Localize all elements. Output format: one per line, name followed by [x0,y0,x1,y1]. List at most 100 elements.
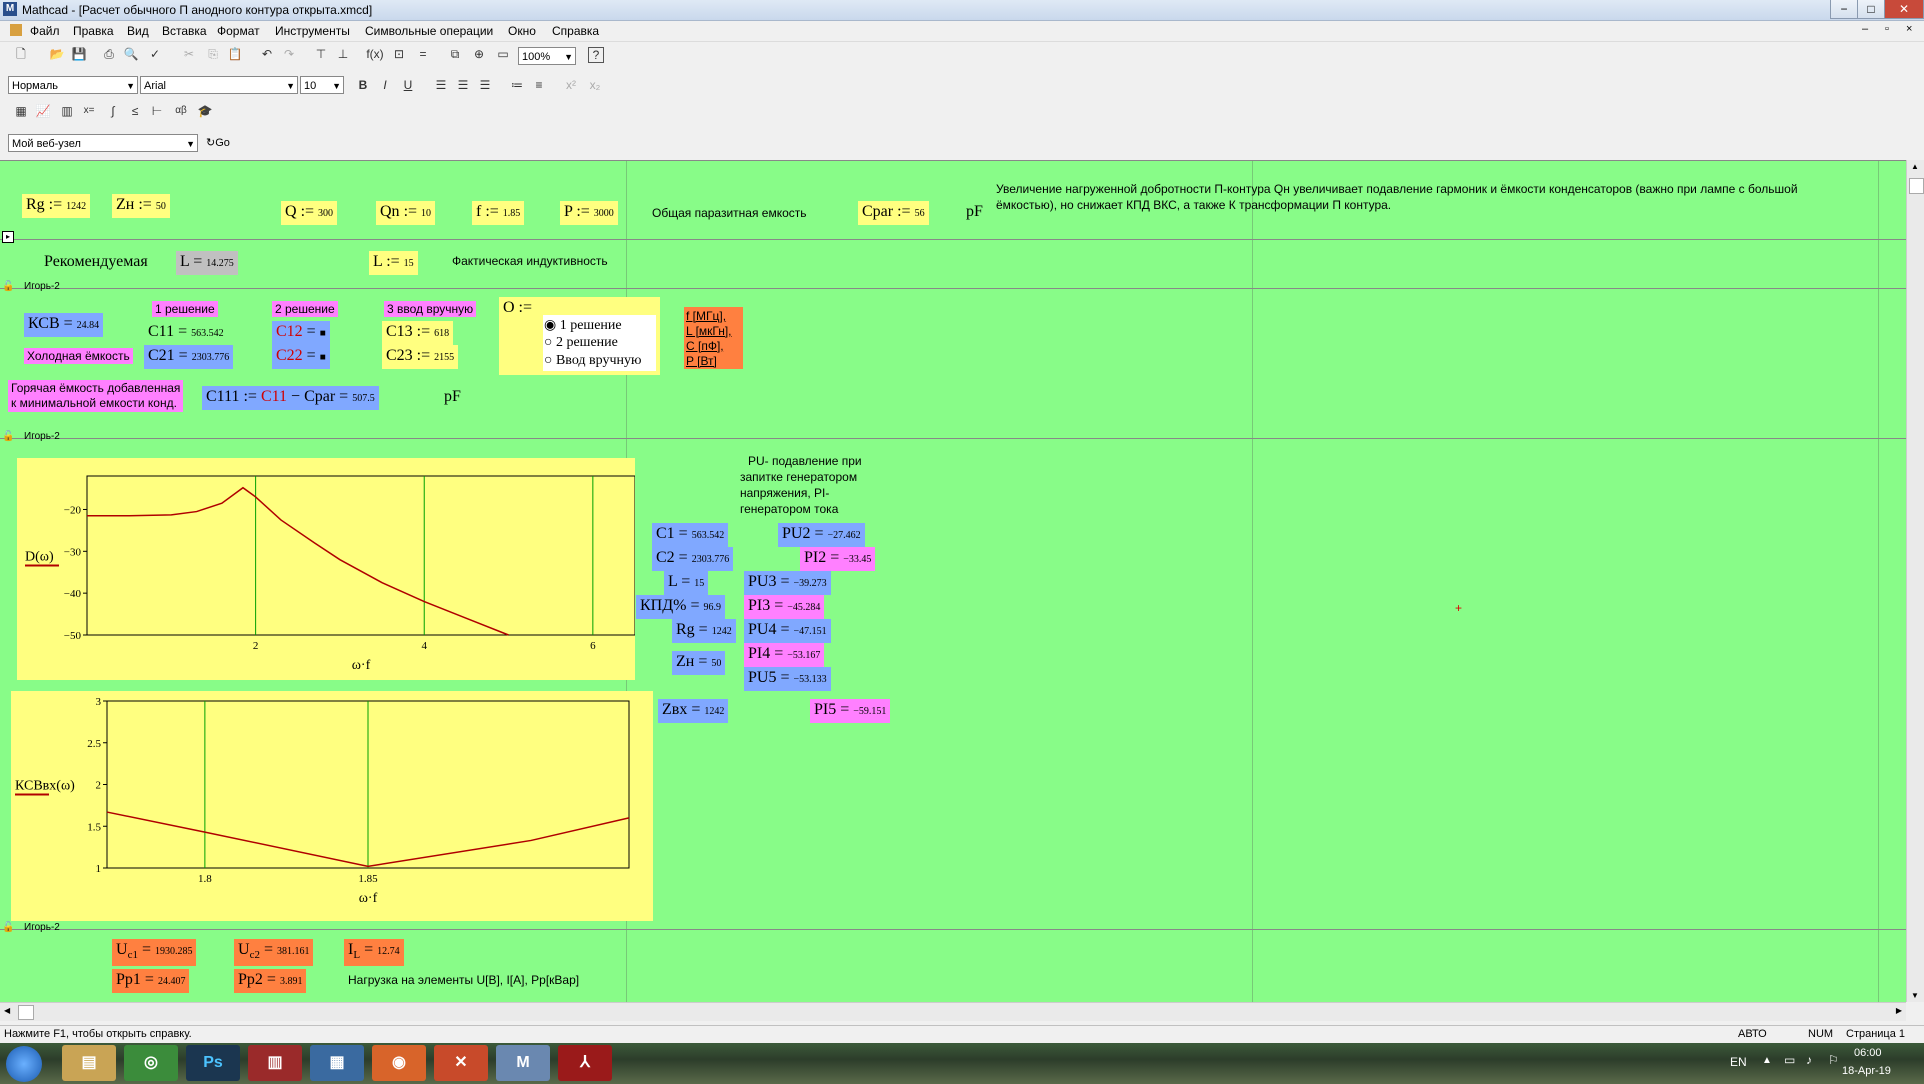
collapse-arrow-icon[interactable]: ▸ [2,231,14,243]
rg-definition[interactable]: Rg := 1242 [22,194,91,218]
area-lock-icon[interactable]: 🔓 [2,281,14,292]
calculator-icon[interactable]: ▦ [12,102,30,120]
redo-icon[interactable]: ↷ [280,45,298,63]
matrix-icon[interactable]: ▥ [58,102,76,120]
go-button[interactable]: ↻Go [206,136,230,149]
c2-result[interactable]: C2 = 2303.776 [652,547,734,571]
underline-button[interactable]: U [399,76,417,94]
volume-icon[interactable]: ♪ [1806,1053,1812,1067]
bullet-list-icon[interactable]: ≔ [508,76,526,94]
zin-result[interactable]: Zвх = 1242 [658,699,729,723]
scroll-up-icon[interactable]: ▲ [1911,162,1919,171]
calculus-icon[interactable]: ∫ [104,102,122,120]
evaluation-icon[interactable]: x= [80,102,98,120]
pi2-result[interactable]: PI2 = −33.45 [800,547,876,571]
ksv-result[interactable]: КСВ = 24.84 [24,313,104,337]
insert-unit-icon[interactable]: ⊡ [390,45,408,63]
print-preview-icon[interactable]: 🔍 [122,45,140,63]
c22-result[interactable]: C22 = ■ [272,345,330,369]
cut-icon[interactable]: ✂ [180,45,198,63]
pi4-result[interactable]: PI4 = −53.167 [744,643,825,667]
clock-time[interactable]: 06:00 [1854,1047,1882,1059]
numbered-list-icon[interactable]: ≡ [530,76,548,94]
align-center-icon[interactable]: ☰ [454,76,472,94]
q-definition[interactable]: Q := 300 [281,201,338,225]
menu-file[interactable]: Файл [30,24,60,38]
l-result[interactable]: L = 15 [664,571,709,595]
flag-icon[interactable]: ⚐ [1828,1053,1839,1067]
chrome-icon[interactable]: ◎ [124,1045,178,1081]
calculate-icon[interactable]: = [414,45,432,63]
book-icon[interactable]: ▥ [248,1045,302,1081]
rg-result[interactable]: Rg = 1242 [672,619,736,643]
close-button[interactable]: ✕ [1884,0,1924,19]
pi3-result[interactable]: PI3 = −45.284 [744,595,825,619]
network-icon[interactable]: ▦ [310,1045,364,1081]
scroll-thumb[interactable] [18,1005,34,1020]
network-tray-icon[interactable]: ▭ [1784,1053,1795,1067]
cpar-definition[interactable]: Cpar := 56 [858,201,929,225]
graph-icon[interactable]: 📈 [34,102,52,120]
tray-arrow-icon[interactable]: ▲ [1762,1055,1772,1066]
menu-format[interactable]: Формат [217,24,260,38]
c13-definition[interactable]: C13 := 618 [382,321,454,345]
menu-window[interactable]: Окно [508,24,536,38]
superscript-icon[interactable]: x² [562,76,580,94]
zn-definition[interactable]: Zн := 50 [112,194,170,218]
font-select[interactable]: Arial ▼ [140,76,298,94]
align-down-icon[interactable]: ⊥ [334,45,352,63]
radio-option-3[interactable]: ○ Ввод вручную [544,353,641,369]
qn-definition[interactable]: Qn := 10 [376,201,436,225]
horizontal-scrollbar[interactable]: ◀ ▶ [0,1002,1906,1021]
scroll-left-icon[interactable]: ◀ [4,1006,10,1015]
menu-view[interactable]: Вид [127,24,149,38]
menu-symbolic[interactable]: Символьные операции [365,24,493,38]
radio-option-2[interactable]: ○ 2 решение [544,335,618,351]
plot-d[interactable]: 2 4 6 −20 −30 −40 −50 ω·f D(ω) [17,458,636,680]
doc-minimize-icon[interactable]: – [1862,23,1868,35]
radio-option-1[interactable]: ◉ 1 решение [544,317,622,334]
pu5-result[interactable]: PU5 = −53.133 [744,667,831,691]
paste-icon[interactable]: 📋 [226,45,244,63]
pp1-result[interactable]: Pp1 = 24.407 [112,969,190,993]
c111-definition[interactable]: C111 := C11 − Cpar = 507.5 [202,386,379,410]
l-recommended[interactable]: L = 14.275 [176,251,238,275]
pu2-result[interactable]: PU2 = −27.462 [778,523,865,547]
undo-icon[interactable]: ↶ [258,45,276,63]
align-top-icon[interactable]: ⊤ [312,45,330,63]
align-left-icon[interactable]: ☰ [432,76,450,94]
copy-icon[interactable]: ⎘ [204,45,222,63]
new-icon[interactable]: 🗋 [12,45,30,63]
acrobat-icon[interactable]: ⅄ [558,1045,612,1081]
start-icon[interactable] [6,1046,42,1082]
resources-icon[interactable]: ⊕ [470,45,488,63]
menu-edit[interactable]: Правка [73,24,114,38]
spellcheck-icon[interactable]: ✓ [146,45,164,63]
photoshop-icon[interactable]: Ps [186,1045,240,1081]
pp2-result[interactable]: Pp2 = 3.891 [234,969,307,993]
doc-close-icon[interactable]: × [1906,23,1912,35]
greek-icon[interactable]: αβ [172,102,190,120]
insert-function-icon[interactable]: f(x) [366,45,384,63]
menu-insert[interactable]: Вставка [162,24,207,38]
p-definition[interactable]: P := 3000 [560,201,618,225]
print-icon[interactable]: ⎙ [100,45,118,63]
c1-result[interactable]: C1 = 563.542 [652,523,729,547]
subscript-icon[interactable]: x₂ [586,76,604,94]
il-result[interactable]: IL = 12.74 [344,939,404,967]
scroll-thumb[interactable] [1909,178,1924,194]
worksheet[interactable]: Rg := 1242 Zн := 50 Q := 300 Qn := 10 f … [0,160,1906,1003]
style-select[interactable]: Нормаль ▼ [8,76,138,94]
bold-button[interactable]: B [354,76,372,94]
web-url-select[interactable]: Мой веб-узел ▼ [8,134,198,152]
mathcad-icon[interactable]: M [496,1045,550,1081]
save-icon[interactable]: 💾 [70,45,88,63]
clock-date[interactable]: 18-Apr-19 [1842,1065,1891,1077]
uc1-result[interactable]: Uc1 = 1930.285 [112,939,197,967]
firefox-icon[interactable]: ◉ [372,1045,426,1081]
window-icon[interactable]: ▭ [494,45,512,63]
c11-result[interactable]: C11 = 563.542 [144,321,228,345]
component-icon[interactable]: ⧉ [446,45,464,63]
efficiency-result[interactable]: КПД% = 96.9 [636,595,725,619]
doc-restore-icon[interactable]: ▫ [1885,23,1889,35]
